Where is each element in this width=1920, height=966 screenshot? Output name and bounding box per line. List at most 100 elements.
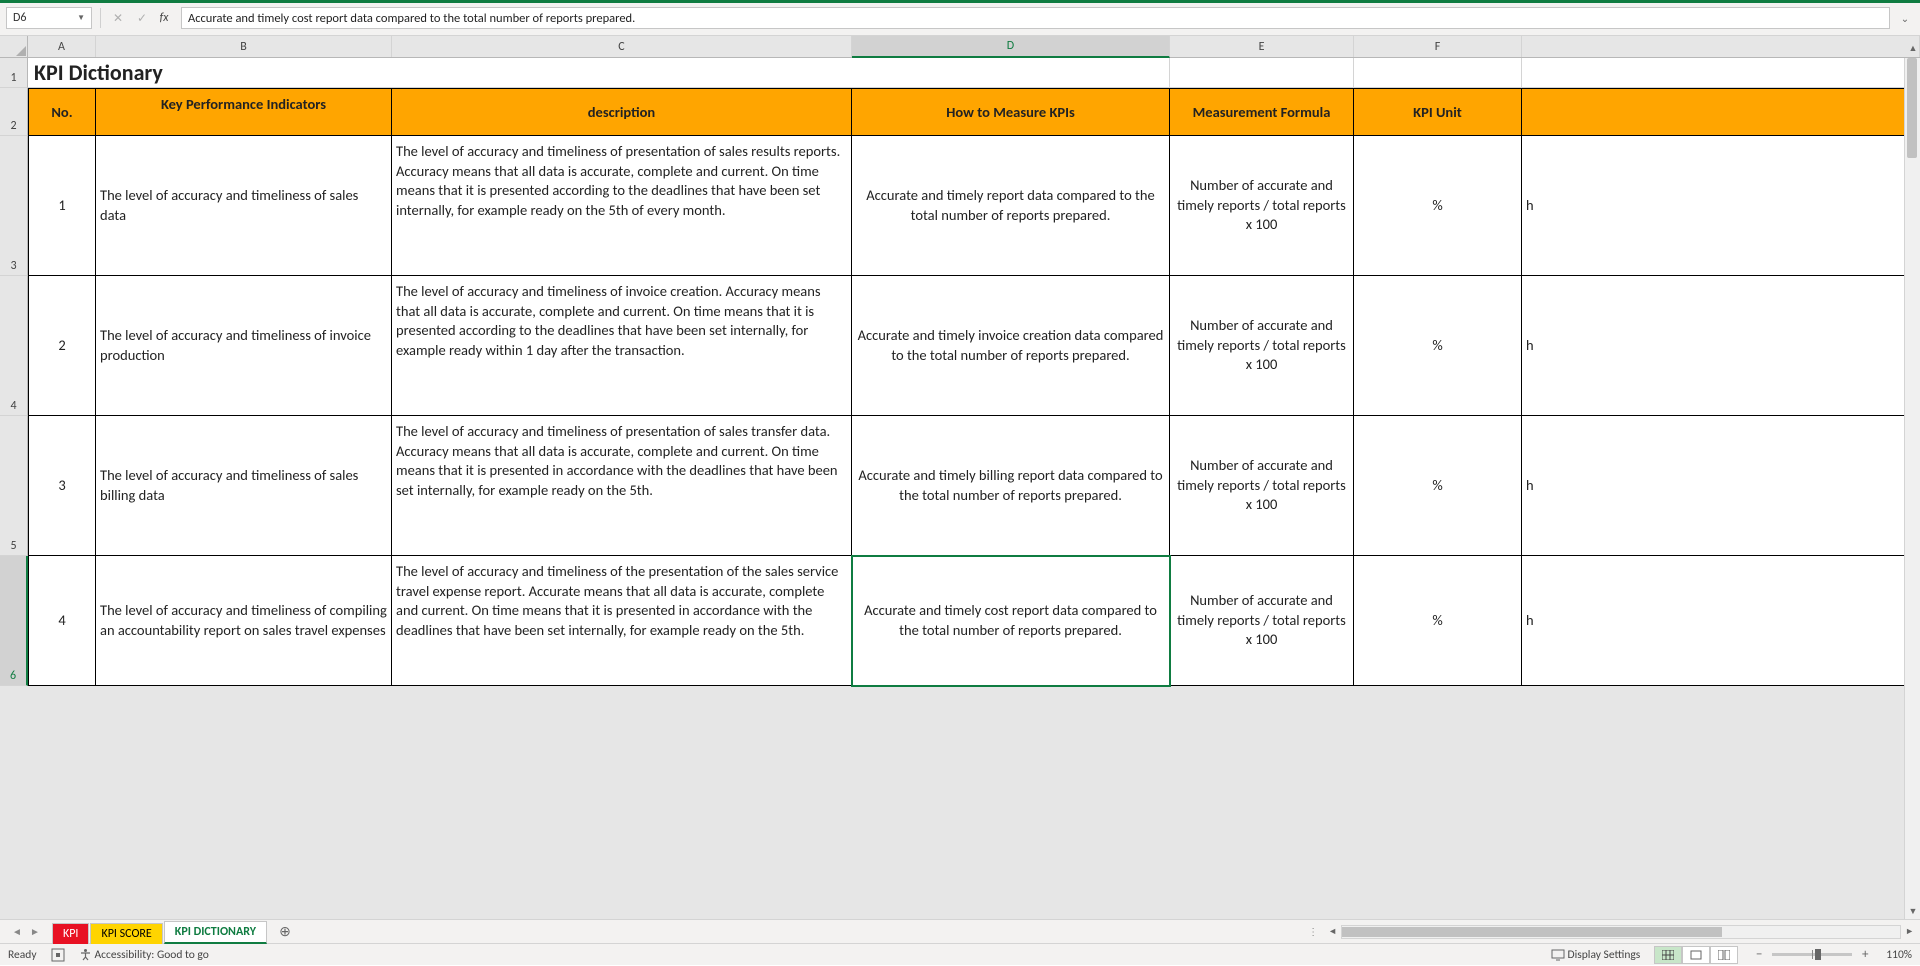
row-header-3[interactable]: 3 [0,136,28,276]
cell-unit[interactable]: % [1354,136,1522,276]
cell-no[interactable]: 2 [28,276,96,416]
col-header-e[interactable]: E [1170,36,1354,57]
zoom-level[interactable]: 110% [1886,948,1912,962]
cell-measure[interactable]: Accurate and timely cost report data com… [852,556,1170,686]
cell-measure[interactable]: Accurate and timely billing report data … [852,416,1170,556]
sheet-tab-kpi-dictionary[interactable]: KPI DICTIONARY [164,921,267,944]
cell-g[interactable]: h [1522,556,1920,686]
vscroll-thumb[interactable] [1907,58,1917,158]
cell-c1[interactable] [392,58,852,87]
view-normal-button[interactable] [1654,946,1682,964]
row-header-1[interactable]: 1 [0,58,28,88]
cell-no[interactable]: 4 [28,556,96,686]
cell-f1[interactable] [1354,58,1522,87]
sheet-tabs: KPIKPI SCOREKPI DICTIONARY [52,920,268,943]
status-bar: Ready Accessibility: Good to go Display … [0,943,1920,965]
cell-desc[interactable]: The level of accuracy and timeliness of … [392,136,852,276]
scroll-down-icon[interactable]: ▼ [1905,903,1920,919]
view-page-layout-button[interactable] [1682,946,1710,964]
cell-desc[interactable]: The level of accuracy and timeliness of … [392,416,852,556]
col-header-f[interactable]: F [1354,36,1522,57]
cell-g[interactable]: h [1522,276,1920,416]
macro-record-icon[interactable] [51,948,65,962]
col-header-b[interactable]: B [96,36,392,57]
cell-measure[interactable]: Accurate and timely invoice creation dat… [852,276,1170,416]
header-measure[interactable]: How to Measure KPIs [852,88,1170,136]
spreadsheet-grid: 1 2 3 4 5 6 A B C D E F KPI Dictionary [0,36,1920,919]
cell-kpi[interactable]: The level of accuracy and timeliness of … [96,556,392,686]
cell-no[interactable]: 1 [28,136,96,276]
insert-function-button[interactable]: fx [157,8,175,28]
cell-no[interactable]: 3 [28,416,96,556]
expand-formula-bar-icon[interactable]: ⌄ [1896,12,1914,25]
cell-desc[interactable]: The level of accuracy and timeliness of … [392,276,852,416]
cell-g1[interactable] [1522,58,1920,87]
cell-kpi[interactable]: The level of accuracy and timeliness of … [96,276,392,416]
cell-kpi[interactable]: The level of accuracy and timeliness of … [96,136,392,276]
cell-g[interactable]: h [1522,136,1920,276]
cell-formula[interactable]: Number of accurate and timely reports / … [1170,136,1354,276]
view-page-break-button[interactable] [1710,946,1738,964]
cell-unit[interactable]: % [1354,556,1522,686]
sheet-tab-kpi[interactable]: KPI [52,923,89,944]
formula-input[interactable]: Accurate and timely cost report data com… [181,7,1890,29]
cell-formula[interactable]: Number of accurate and timely reports / … [1170,416,1354,556]
cell-kpi[interactable]: The level of accuracy and timeliness of … [96,416,392,556]
row-header-4[interactable]: 4 [0,276,28,416]
row-header-2[interactable]: 2 [0,88,28,136]
add-sheet-button[interactable]: ⊕ [274,921,296,943]
zoom-out-button[interactable]: − [1752,947,1766,962]
select-all-corner[interactable] [0,36,28,58]
hscroll-left-icon[interactable]: ◄ [1328,926,1337,937]
cell-formula[interactable]: Number of accurate and timely reports / … [1170,276,1354,416]
scroll-up-icon[interactable]: ▲ [1905,40,1920,56]
cell-formula[interactable]: Number of accurate and timely reports / … [1170,556,1354,686]
cancel-button[interactable]: ✕ [109,8,127,28]
formula-bar: D6 ▼ ✕ ✓ fx Accurate and timely cost rep… [0,3,1920,36]
cell-measure[interactable]: Accurate and timely report data compared… [852,136,1170,276]
header-desc[interactable]: description [392,88,852,136]
tab-split-handle[interactable]: ⋮ [1308,925,1318,938]
name-box-dropdown-icon[interactable]: ▼ [77,13,85,23]
name-box[interactable]: D6 ▼ [6,7,92,29]
cell-a1[interactable]: KPI Dictionary [28,58,96,87]
cell-b1[interactable] [96,58,392,87]
formula-text: Accurate and timely cost report data com… [188,11,635,26]
column-headers: A B C D E F [28,36,1920,58]
cells-area[interactable]: KPI Dictionary No. Key Performance Indic… [28,58,1920,686]
zoom-slider[interactable]: − + [1752,947,1872,962]
zoom-knob[interactable] [1815,949,1821,960]
accessibility-status[interactable]: Accessibility: Good to go [79,948,209,962]
row-headers: 1 2 3 4 5 6 [0,36,28,919]
zoom-in-button[interactable]: + [1858,947,1872,962]
header-kpi[interactable]: Key Performance Indicators [96,88,392,136]
header-no[interactable]: No. [28,88,96,136]
cell-e1[interactable] [1170,58,1354,87]
cell-unit[interactable]: % [1354,416,1522,556]
col-header-d[interactable]: D [852,36,1170,58]
hscroll-thumb[interactable] [1342,927,1722,937]
display-settings-button[interactable]: Display Settings [1551,948,1641,962]
cell-g[interactable]: h [1522,416,1920,556]
horizontal-scrollbar[interactable] [1341,925,1901,939]
row-header-6[interactable]: 6 [0,556,28,686]
tab-nav-next-icon[interactable]: ► [28,925,42,939]
cell-unit[interactable]: % [1354,276,1522,416]
display-settings-label: Display Settings [1568,948,1641,962]
col-header-c[interactable]: C [392,36,852,57]
header-unit[interactable]: KPI Unit [1354,88,1522,136]
zoom-track[interactable] [1772,953,1852,956]
cell-d1[interactable] [852,58,1170,87]
tab-nav-prev-icon[interactable]: ◄ [10,925,24,939]
name-box-value: D6 [13,11,26,25]
hscroll-right-icon[interactable]: ► [1905,926,1914,937]
header-formula[interactable]: Measurement Formula [1170,88,1354,136]
vertical-scrollbar[interactable]: ▲ ▼ [1904,58,1920,919]
col-header-a[interactable]: A [28,36,96,57]
row-header-5[interactable]: 5 [0,416,28,556]
header-over[interactable] [1522,88,1920,136]
col-header-g[interactable] [1522,36,1920,57]
enter-button[interactable]: ✓ [133,8,151,28]
cell-desc[interactable]: The level of accuracy and timeliness of … [392,556,852,686]
sheet-tab-kpi-score[interactable]: KPI SCORE [90,923,162,944]
